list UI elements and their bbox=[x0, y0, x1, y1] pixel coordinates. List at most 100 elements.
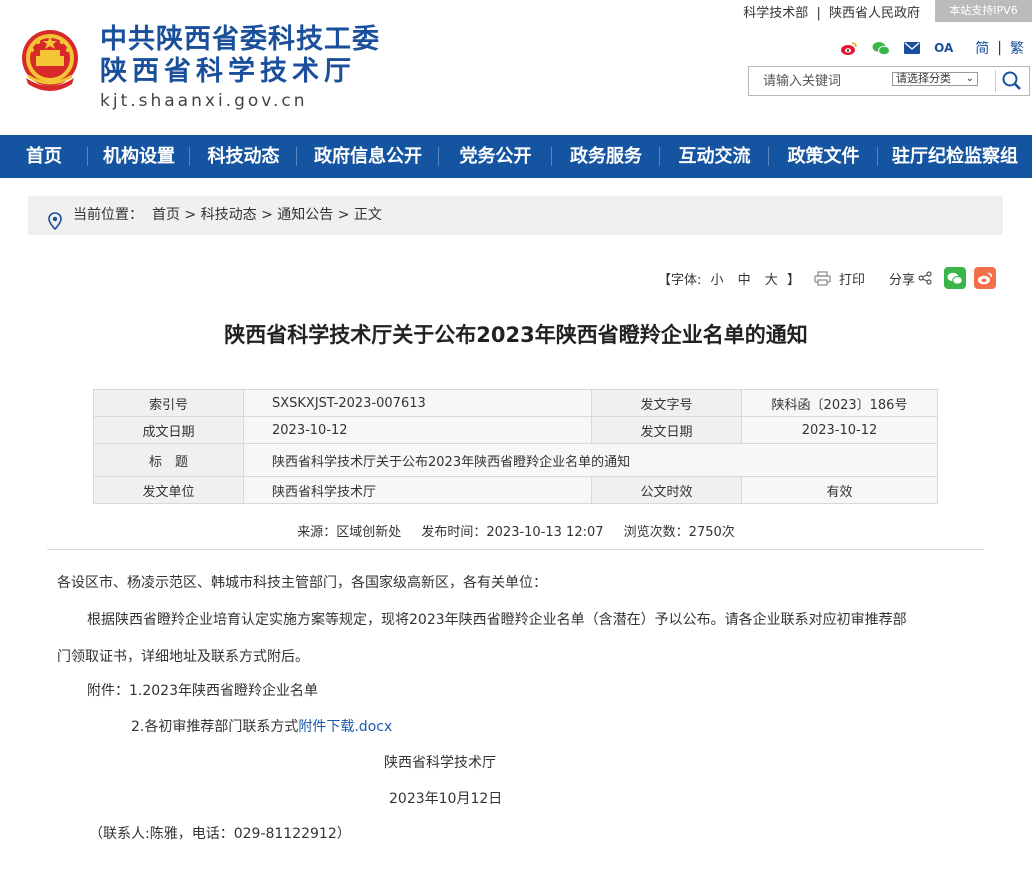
font-size-prefix: 【字体: bbox=[657, 272, 702, 288]
logo-line-1: 中共陕西省委科技工委 bbox=[100, 24, 380, 55]
article-source: 来源：区域创新处 bbox=[297, 525, 402, 540]
font-medium-button[interactable]: 中 bbox=[738, 273, 751, 288]
nav-item-home[interactable]: 首页 bbox=[0, 135, 88, 178]
breadcrumb-label: 当前位置： bbox=[73, 207, 143, 223]
search-divider bbox=[995, 70, 996, 92]
traditional-chinese-link[interactable]: 繁 bbox=[1010, 38, 1024, 58]
body-greeting: 各设区市、杨凌示范区、韩城市科技主管部门，各国家级高新区，各有关单位： bbox=[57, 575, 547, 591]
share-weibo-button[interactable] bbox=[974, 267, 996, 289]
breadcrumb-notices[interactable]: 通知公告 bbox=[277, 207, 333, 223]
breadcrumb-home[interactable]: 首页 bbox=[152, 207, 180, 223]
share-label: 分享 bbox=[888, 272, 915, 288]
search-icon bbox=[1002, 71, 1021, 90]
print-label: 打印 bbox=[838, 272, 865, 288]
oa-link[interactable]: OA bbox=[934, 41, 953, 55]
meta-created-value: 2023-10-12 bbox=[243, 416, 592, 444]
breadcrumb-sep: > bbox=[180, 207, 201, 223]
nav-item-discipline[interactable]: 驻厅纪检监察组 bbox=[878, 135, 1032, 178]
search-input[interactable] bbox=[750, 68, 888, 94]
meta-docno-label: 发文字号 bbox=[591, 389, 742, 417]
meta-validity-label: 公文时效 bbox=[591, 476, 742, 504]
simplified-chinese-link[interactable]: 简 bbox=[975, 38, 989, 58]
attachment-download-link[interactable]: 附件下载.docx bbox=[298, 719, 392, 735]
logo-domain: kjt.shaanxi.gov.cn bbox=[100, 91, 308, 111]
weibo-icon bbox=[978, 272, 993, 284]
location-pin-icon bbox=[48, 207, 62, 246]
share-control: 分享 bbox=[889, 269, 932, 288]
meta-docno-value: 陕科函〔2023〕186号 bbox=[741, 389, 938, 417]
breadcrumb-sep: > bbox=[256, 207, 278, 223]
top-link-gov[interactable]: 陕西省人民政府 bbox=[827, 6, 922, 21]
social-links: OA 简 | 繁 bbox=[826, 38, 1024, 58]
body-attachment-1: 附件：1.2023年陕西省瞪羚企业名单 bbox=[87, 683, 318, 699]
share-wechat-button[interactable] bbox=[944, 267, 966, 289]
top-link-sep: | bbox=[816, 6, 821, 21]
body-signature: 陕西省科学技术厅 bbox=[384, 755, 496, 771]
nav-item-gov-info[interactable]: 政府信息公开 bbox=[297, 135, 439, 178]
article-view-count: 浏览次数：2750次 bbox=[623, 525, 735, 540]
site-logo[interactable]: 中共陕西省委科技工委 陕西省科学技术厅 kjt.shaanxi.gov.cn bbox=[100, 24, 380, 111]
search-category-select[interactable]: 请选择分类 ⌄ bbox=[892, 72, 978, 86]
divider bbox=[47, 549, 984, 550]
table-row: 发文单位 陕西省科学技术厅 公文时效 有效 bbox=[93, 476, 938, 504]
wechat-icon[interactable] bbox=[872, 41, 891, 56]
meta-index-label: 索引号 bbox=[93, 389, 244, 417]
search-button[interactable] bbox=[1000, 70, 1024, 92]
meta-subject-value: 陕西省科学技术厅关于公布2023年陕西省瞪羚企业名单的通知 bbox=[243, 443, 938, 477]
table-row: 成文日期 2023-10-12 发文日期 2023-10-12 bbox=[93, 416, 938, 444]
meta-issued-value: 2023-10-12 bbox=[741, 416, 938, 444]
font-small-button[interactable]: 小 bbox=[710, 273, 723, 288]
logo-line-2: 陕西省科学技术厅 bbox=[100, 56, 356, 87]
breadcrumb-trail: 首页 > 科技动态 > 通知公告 > 正文 bbox=[152, 196, 382, 235]
meta-unit-value: 陕西省科学技术厅 bbox=[243, 476, 592, 504]
national-emblem-icon bbox=[18, 28, 82, 94]
nav-item-gov-services[interactable]: 政务服务 bbox=[552, 135, 660, 178]
nav-item-organization[interactable]: 机构设置 bbox=[88, 135, 190, 178]
meta-subject-label: 标 题 bbox=[93, 443, 244, 477]
article-tools: 【字体: 小 中 大 】 打印 分享 bbox=[658, 266, 996, 290]
share-icon bbox=[918, 271, 932, 285]
article-source-line: 来源：区域创新处 发布时间：2023-10-13 12:07 浏览次数：2750… bbox=[0, 521, 1032, 540]
nav-item-interaction[interactable]: 互动交流 bbox=[660, 135, 769, 178]
meta-created-label: 成文日期 bbox=[93, 416, 244, 444]
breadcrumb-current: 正文 bbox=[353, 207, 382, 223]
document-meta-table: 索引号 SXSKXJST-2023-007613 发文字号 陕科函〔2023〕1… bbox=[93, 389, 938, 504]
chevron-down-icon: ⌄ bbox=[965, 73, 974, 84]
search-category-value: 请选择分类 bbox=[896, 72, 951, 85]
top-links: 科学技术部 | 陕西省人民政府 bbox=[741, 2, 922, 21]
font-large-button[interactable]: 大 bbox=[765, 273, 778, 288]
meta-issued-label: 发文日期 bbox=[591, 416, 742, 444]
breadcrumb-sep: > bbox=[333, 207, 354, 223]
site-header: 中共陕西省委科技工委 陕西省科学技术厅 kjt.shaanxi.gov.cn 科… bbox=[0, 0, 1032, 135]
article-publish-time: 发布时间：2023-10-13 12:07 bbox=[421, 525, 604, 540]
ipv6-badge: 本站支持IPV6 bbox=[935, 0, 1032, 22]
body-para1-line1: 根据陕西省瞪羚企业培育认定实施方案等规定，现将2023年陕西省瞪羚企业名单（含潜… bbox=[87, 612, 907, 628]
meta-validity-value: 有效 bbox=[741, 476, 938, 504]
nav-item-party-affairs[interactable]: 党务公开 bbox=[439, 135, 552, 178]
top-link-most[interactable]: 科学技术部 bbox=[741, 6, 810, 21]
article-title: 陕西省科学技术厅关于公布2023年陕西省瞪羚企业名单的通知 bbox=[224, 323, 808, 347]
print-button[interactable]: 打印 bbox=[814, 269, 865, 288]
nav-item-news[interactable]: 科技动态 bbox=[190, 135, 297, 178]
attachment-2-text: 2.各初审推荐部门联系方式 bbox=[131, 719, 299, 735]
wechat-icon bbox=[947, 272, 963, 285]
body-contact: （联系人:陈雅，电话：029-81122912） bbox=[89, 826, 351, 842]
font-size-control: 【字体: 小 中 大 】 bbox=[658, 269, 800, 288]
table-row: 标 题 陕西省科学技术厅关于公布2023年陕西省瞪羚企业名单的通知 bbox=[93, 443, 938, 477]
breadcrumb: 当前位置： 首页 > 科技动态 > 通知公告 > 正文 bbox=[28, 196, 1003, 235]
mail-icon[interactable] bbox=[904, 42, 921, 54]
table-row: 索引号 SXSKXJST-2023-007613 发文字号 陕科函〔2023〕1… bbox=[93, 389, 938, 417]
lang-sep: | bbox=[997, 40, 1002, 56]
font-size-suffix: 】 bbox=[786, 272, 800, 288]
main-nav: 首页 机构设置 科技动态 政府信息公开 党务公开 政务服务 互动交流 政策文件 … bbox=[0, 135, 1032, 178]
meta-unit-label: 发文单位 bbox=[93, 476, 244, 504]
breadcrumb-news[interactable]: 科技动态 bbox=[201, 207, 257, 223]
body-date: 2023年10月12日 bbox=[389, 791, 503, 807]
printer-icon bbox=[814, 270, 831, 286]
search-box: 请选择分类 ⌄ bbox=[748, 66, 1030, 96]
weibo-icon[interactable] bbox=[840, 41, 858, 56]
body-para1-line2: 门领取证书，详细地址及联系方式附后。 bbox=[57, 649, 309, 665]
nav-item-policy[interactable]: 政策文件 bbox=[769, 135, 878, 178]
body-attachment-2: 2.各初审推荐部门联系方式附件下载.docx bbox=[131, 716, 392, 736]
meta-index-value: SXSKXJST-2023-007613 bbox=[243, 389, 592, 417]
